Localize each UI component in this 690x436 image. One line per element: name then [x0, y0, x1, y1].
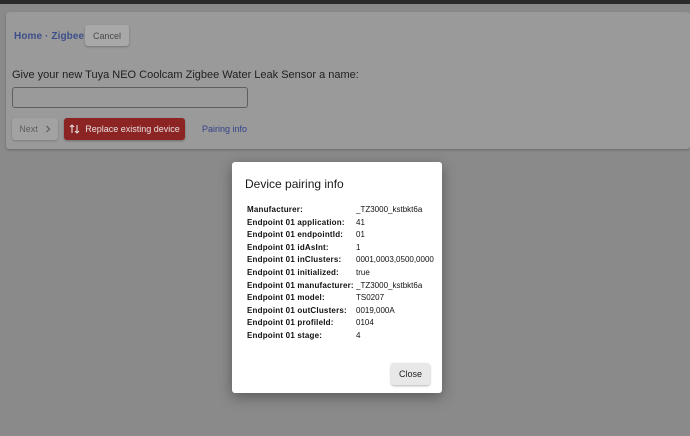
info-key: Endpoint 01 manufacturer:: [247, 280, 354, 290]
info-row: Endpoint 01 endpointId: 01: [247, 229, 434, 242]
device-name-input[interactable]: [12, 87, 248, 108]
close-button[interactable]: Close: [391, 363, 430, 385]
info-key: Manufacturer:: [247, 205, 303, 214]
info-row: Endpoint 01 stage: 4: [247, 330, 434, 343]
info-row: Endpoint 01 model: TS0207: [247, 292, 434, 305]
info-key: Endpoint 01 endpointId:: [247, 230, 344, 240]
info-key: Endpoint 01 stage:: [247, 330, 323, 340]
info-key: Endpoint 01 application:: [247, 217, 345, 227]
info-row: Endpoint 01 manufacturer: _TZ3000_kstbkt6…: [247, 280, 434, 293]
info-value: _TZ3000_kstbkt6a: [356, 205, 423, 214]
info-value: 0104: [356, 318, 374, 328]
info-key: Endpoint 01 model:: [247, 293, 325, 303]
pairing-info-list: Manufacturer: _TZ3000_kstbkt6a Endpoint 0…: [247, 204, 434, 343]
info-row: Endpoint 01 idAsInt: 1: [247, 242, 434, 255]
top-bar: [0, 0, 690, 4]
dialog-title: Device pairing info: [245, 177, 344, 191]
info-value: 1: [356, 242, 361, 252]
info-row: Endpoint 01 outClusters: 0019,000A: [247, 305, 434, 318]
info-row: Endpoint 01 initialized: true: [247, 267, 434, 280]
info-row: Endpoint 01 inClusters: 0001,0003,0500,00…: [247, 254, 434, 267]
info-value: 4: [356, 330, 361, 340]
info-key: Endpoint 01 inClusters:: [247, 255, 342, 265]
info-value: _TZ3000_kstbkt6a: [356, 280, 423, 290]
info-key: Endpoint 01 profileId:: [247, 318, 334, 328]
pairing-info-link[interactable]: Pairing info: [202, 124, 247, 134]
cancel-button[interactable]: Cancel: [85, 25, 129, 46]
chevron-right-icon: [45, 125, 51, 133]
breadcrumb[interactable]: Home · Zigbee: [14, 31, 84, 42]
info-key: Endpoint 01 initialized:: [247, 267, 339, 277]
info-value: TS0207: [356, 293, 385, 303]
info-value: 01: [356, 230, 365, 240]
next-button[interactable]: Next: [12, 118, 58, 140]
info-key: Endpoint 01 idAsInt:: [247, 242, 329, 252]
info-value: 41: [356, 217, 365, 227]
info-row: Endpoint 01 profileId: 0104: [247, 317, 434, 330]
replace-button-label: Replace existing device: [85, 124, 180, 134]
next-button-label: Next: [19, 124, 38, 134]
info-row: Endpoint 01 application: 41: [247, 217, 434, 230]
replace-existing-device-button[interactable]: Replace existing device: [64, 118, 185, 140]
info-value: 0001,0003,0500,0000: [356, 255, 434, 265]
info-key: Endpoint 01 outClusters:: [247, 305, 347, 315]
device-name-prompt: Give your new Tuya NEO Coolcam Zigbee Wa…: [12, 69, 359, 81]
info-row: Manufacturer: _TZ3000_kstbkt6a: [247, 204, 434, 217]
info-value: true: [356, 267, 370, 277]
swap-vertical-icon: [69, 124, 80, 134]
pairing-info-dialog: Device pairing info Manufacturer: _TZ3000…: [232, 162, 442, 393]
info-value: 0019,000A: [356, 305, 395, 315]
